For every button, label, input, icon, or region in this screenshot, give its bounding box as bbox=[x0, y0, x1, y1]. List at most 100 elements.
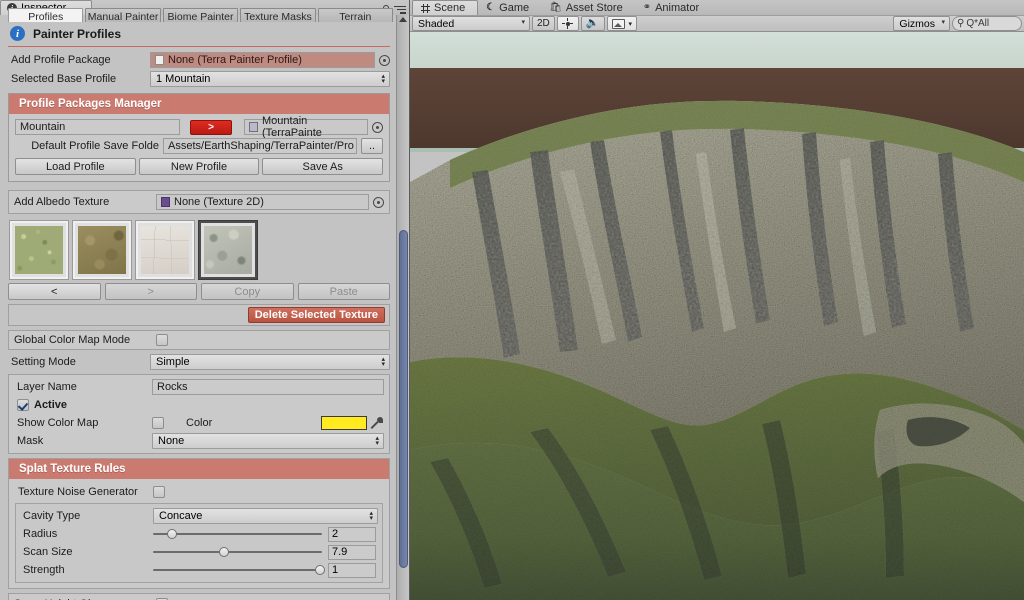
draw-mode-dropdown[interactable]: Shaded bbox=[412, 16, 530, 31]
scan-size-slider-knob[interactable] bbox=[218, 547, 229, 557]
radius-value-field[interactable]: 2 bbox=[328, 526, 376, 542]
tab-game[interactable]: ☾ Game bbox=[478, 0, 541, 15]
animator-icon: ⚭ bbox=[642, 2, 652, 13]
layer-name-value: Rocks bbox=[157, 381, 188, 393]
add-profile-package-field[interactable]: None (Terra Painter Profile) bbox=[150, 52, 375, 68]
strength-row: Strength 1 bbox=[20, 561, 378, 579]
scan-size-slider[interactable] bbox=[153, 545, 322, 559]
albedo-target-picker-icon[interactable] bbox=[373, 196, 384, 208]
save-as-button[interactable]: Save As bbox=[262, 158, 384, 175]
inspector-scrollbar[interactable] bbox=[396, 15, 409, 600]
tab-texture-masks[interactable]: Texture Masks bbox=[240, 8, 316, 23]
texture-swatch-stone[interactable] bbox=[136, 221, 194, 279]
tab-game-label: Game bbox=[499, 1, 530, 14]
scene-viewport[interactable] bbox=[410, 32, 1024, 600]
cavity-type-dropdown[interactable]: Concave bbox=[153, 508, 378, 524]
scene-search-input[interactable]: ⚲ Q*All bbox=[952, 16, 1022, 31]
scene-tabbar: Scene ☾ Game 🛍 Asset Store ⚭ Animator bbox=[410, 0, 1024, 15]
toggle-2d-label: 2D bbox=[537, 18, 550, 29]
stone-texture-thumb bbox=[141, 226, 189, 274]
show-color-map-checkbox[interactable] bbox=[152, 417, 164, 429]
global-color-map-mode-row: Global Color Map Mode bbox=[8, 330, 390, 350]
inspector-panel: i Inspector Profiles Manual Painter Biom… bbox=[0, 0, 410, 600]
package-object-field[interactable]: Mountain (TerraPainte bbox=[244, 115, 368, 139]
tab-scene-label: Scene bbox=[434, 2, 466, 14]
show-color-map-label: Show Color Map bbox=[17, 417, 99, 429]
texture-swatch-rock[interactable] bbox=[199, 221, 257, 279]
profile-action-buttons: Load Profile New Profile Save As bbox=[15, 158, 384, 175]
tab-biome-painter[interactable]: Biome Painter bbox=[162, 8, 239, 22]
dirt-texture-thumb bbox=[78, 226, 126, 274]
tab-profiles[interactable]: Profiles bbox=[8, 8, 84, 22]
delete-selected-texture-button[interactable]: Delete Selected Texture bbox=[247, 307, 385, 323]
profile-packages-manager-header: Profile Packages Manager bbox=[9, 94, 389, 114]
tab-animator[interactable]: ⚭ Animator bbox=[635, 0, 711, 15]
layer-name-input[interactable]: Rocks bbox=[152, 379, 384, 395]
apply-package-button[interactable]: > bbox=[190, 119, 232, 135]
package-name-input[interactable]: Mountain bbox=[15, 119, 180, 135]
toggle-lighting-button[interactable] bbox=[556, 16, 579, 31]
strength-value-field[interactable]: 1 bbox=[328, 562, 376, 578]
eyedropper-icon[interactable] bbox=[371, 417, 384, 430]
paste-texture-button[interactable]: Paste bbox=[297, 283, 390, 300]
hamburger-menu-icon[interactable] bbox=[394, 5, 406, 14]
shopping-bag-icon: 🛍 bbox=[549, 2, 562, 13]
scene-panel: Scene ☾ Game 🛍 Asset Store ⚭ Animator Sh… bbox=[410, 0, 1024, 600]
effects-dropdown-button[interactable]: ▾ bbox=[606, 16, 638, 31]
radius-slider[interactable] bbox=[153, 527, 322, 541]
package-object-value: Mountain (TerraPainte bbox=[262, 115, 322, 139]
texture-swatch-dirt[interactable] bbox=[73, 221, 131, 279]
radius-slider-knob[interactable] bbox=[166, 529, 177, 539]
search-icon: ⚲ bbox=[957, 18, 965, 29]
global-color-map-mode-checkbox[interactable] bbox=[156, 334, 168, 346]
copy-texture-button[interactable]: Copy bbox=[201, 283, 294, 300]
radius-row: Radius 2 bbox=[20, 525, 378, 543]
tab-asset-store[interactable]: 🛍 Asset Store bbox=[541, 0, 635, 15]
setting-mode-value: Simple bbox=[156, 356, 190, 368]
tab-manual-painter[interactable]: Manual Painter bbox=[85, 8, 161, 22]
new-profile-button[interactable]: New Profile bbox=[138, 158, 260, 175]
radius-label: Radius bbox=[23, 528, 58, 540]
page-title: i Painter Profiles bbox=[0, 22, 398, 46]
profile-packages-manager: Profile Packages Manager Mountain > Moun… bbox=[8, 93, 390, 182]
next-texture-button[interactable]: > bbox=[104, 283, 197, 300]
title-divider bbox=[8, 46, 390, 47]
tab-scene[interactable]: Scene bbox=[412, 0, 479, 15]
scan-size-label: Scan Size bbox=[23, 546, 73, 558]
add-albedo-texture-field[interactable]: None (Texture 2D) bbox=[156, 194, 369, 210]
scroll-up-arrow-icon[interactable] bbox=[399, 17, 407, 22]
add-profile-package-label: Add Profile Package bbox=[11, 54, 111, 66]
info-icon: i bbox=[10, 26, 25, 41]
layer-mask-dropdown[interactable]: None bbox=[152, 433, 384, 449]
new-profile-label: New Profile bbox=[170, 160, 228, 173]
inspector-scrollbar-thumb[interactable] bbox=[399, 230, 408, 568]
toggle-audio-button[interactable]: 🔈 bbox=[580, 16, 605, 31]
cavity-type-label: Cavity Type bbox=[23, 510, 81, 522]
save-folder-label: Default Profile Save Folde bbox=[31, 140, 159, 152]
gizmos-dropdown[interactable]: Gizmos bbox=[893, 16, 950, 31]
toggle-2d-button[interactable]: 2D bbox=[532, 16, 555, 31]
layer-color-swatch[interactable] bbox=[321, 416, 367, 430]
load-profile-button[interactable]: Load Profile bbox=[15, 158, 136, 175]
tab-terrain[interactable]: Terrain bbox=[317, 8, 393, 22]
setting-mode-chevron-icon bbox=[381, 357, 385, 367]
layer-active-checkbox[interactable] bbox=[17, 399, 29, 411]
texture-noise-generator-checkbox[interactable] bbox=[153, 486, 165, 498]
save-folder-input[interactable]: Assets/EarthShaping/TerraPainter/Pro bbox=[163, 138, 357, 154]
package-target-picker-icon[interactable] bbox=[372, 121, 383, 133]
prev-texture-button[interactable]: < bbox=[8, 283, 101, 300]
texture-swatch-grass[interactable] bbox=[10, 221, 68, 279]
radius-value: 2 bbox=[332, 528, 339, 540]
splat-texture-rules-header: Splat Texture Rules bbox=[9, 459, 389, 479]
setting-mode-dropdown[interactable]: Simple bbox=[150, 354, 390, 370]
tab-texture-masks-label: Texture Masks bbox=[244, 10, 312, 23]
browse-folder-button[interactable]: .. bbox=[361, 138, 383, 154]
tab-asset-store-label: Asset Store bbox=[565, 1, 623, 14]
selected-base-profile-dropdown[interactable]: 1 Mountain bbox=[150, 71, 390, 87]
strength-slider[interactable] bbox=[153, 563, 326, 577]
save-folder-row: Default Profile Save Folde Assets/EarthS… bbox=[15, 138, 383, 154]
add-albedo-texture-value: None (Texture 2D) bbox=[174, 196, 264, 208]
scan-size-value-field[interactable]: 7.9 bbox=[328, 544, 376, 560]
strength-slider-knob[interactable] bbox=[315, 565, 326, 575]
target-picker-icon[interactable] bbox=[379, 54, 390, 66]
